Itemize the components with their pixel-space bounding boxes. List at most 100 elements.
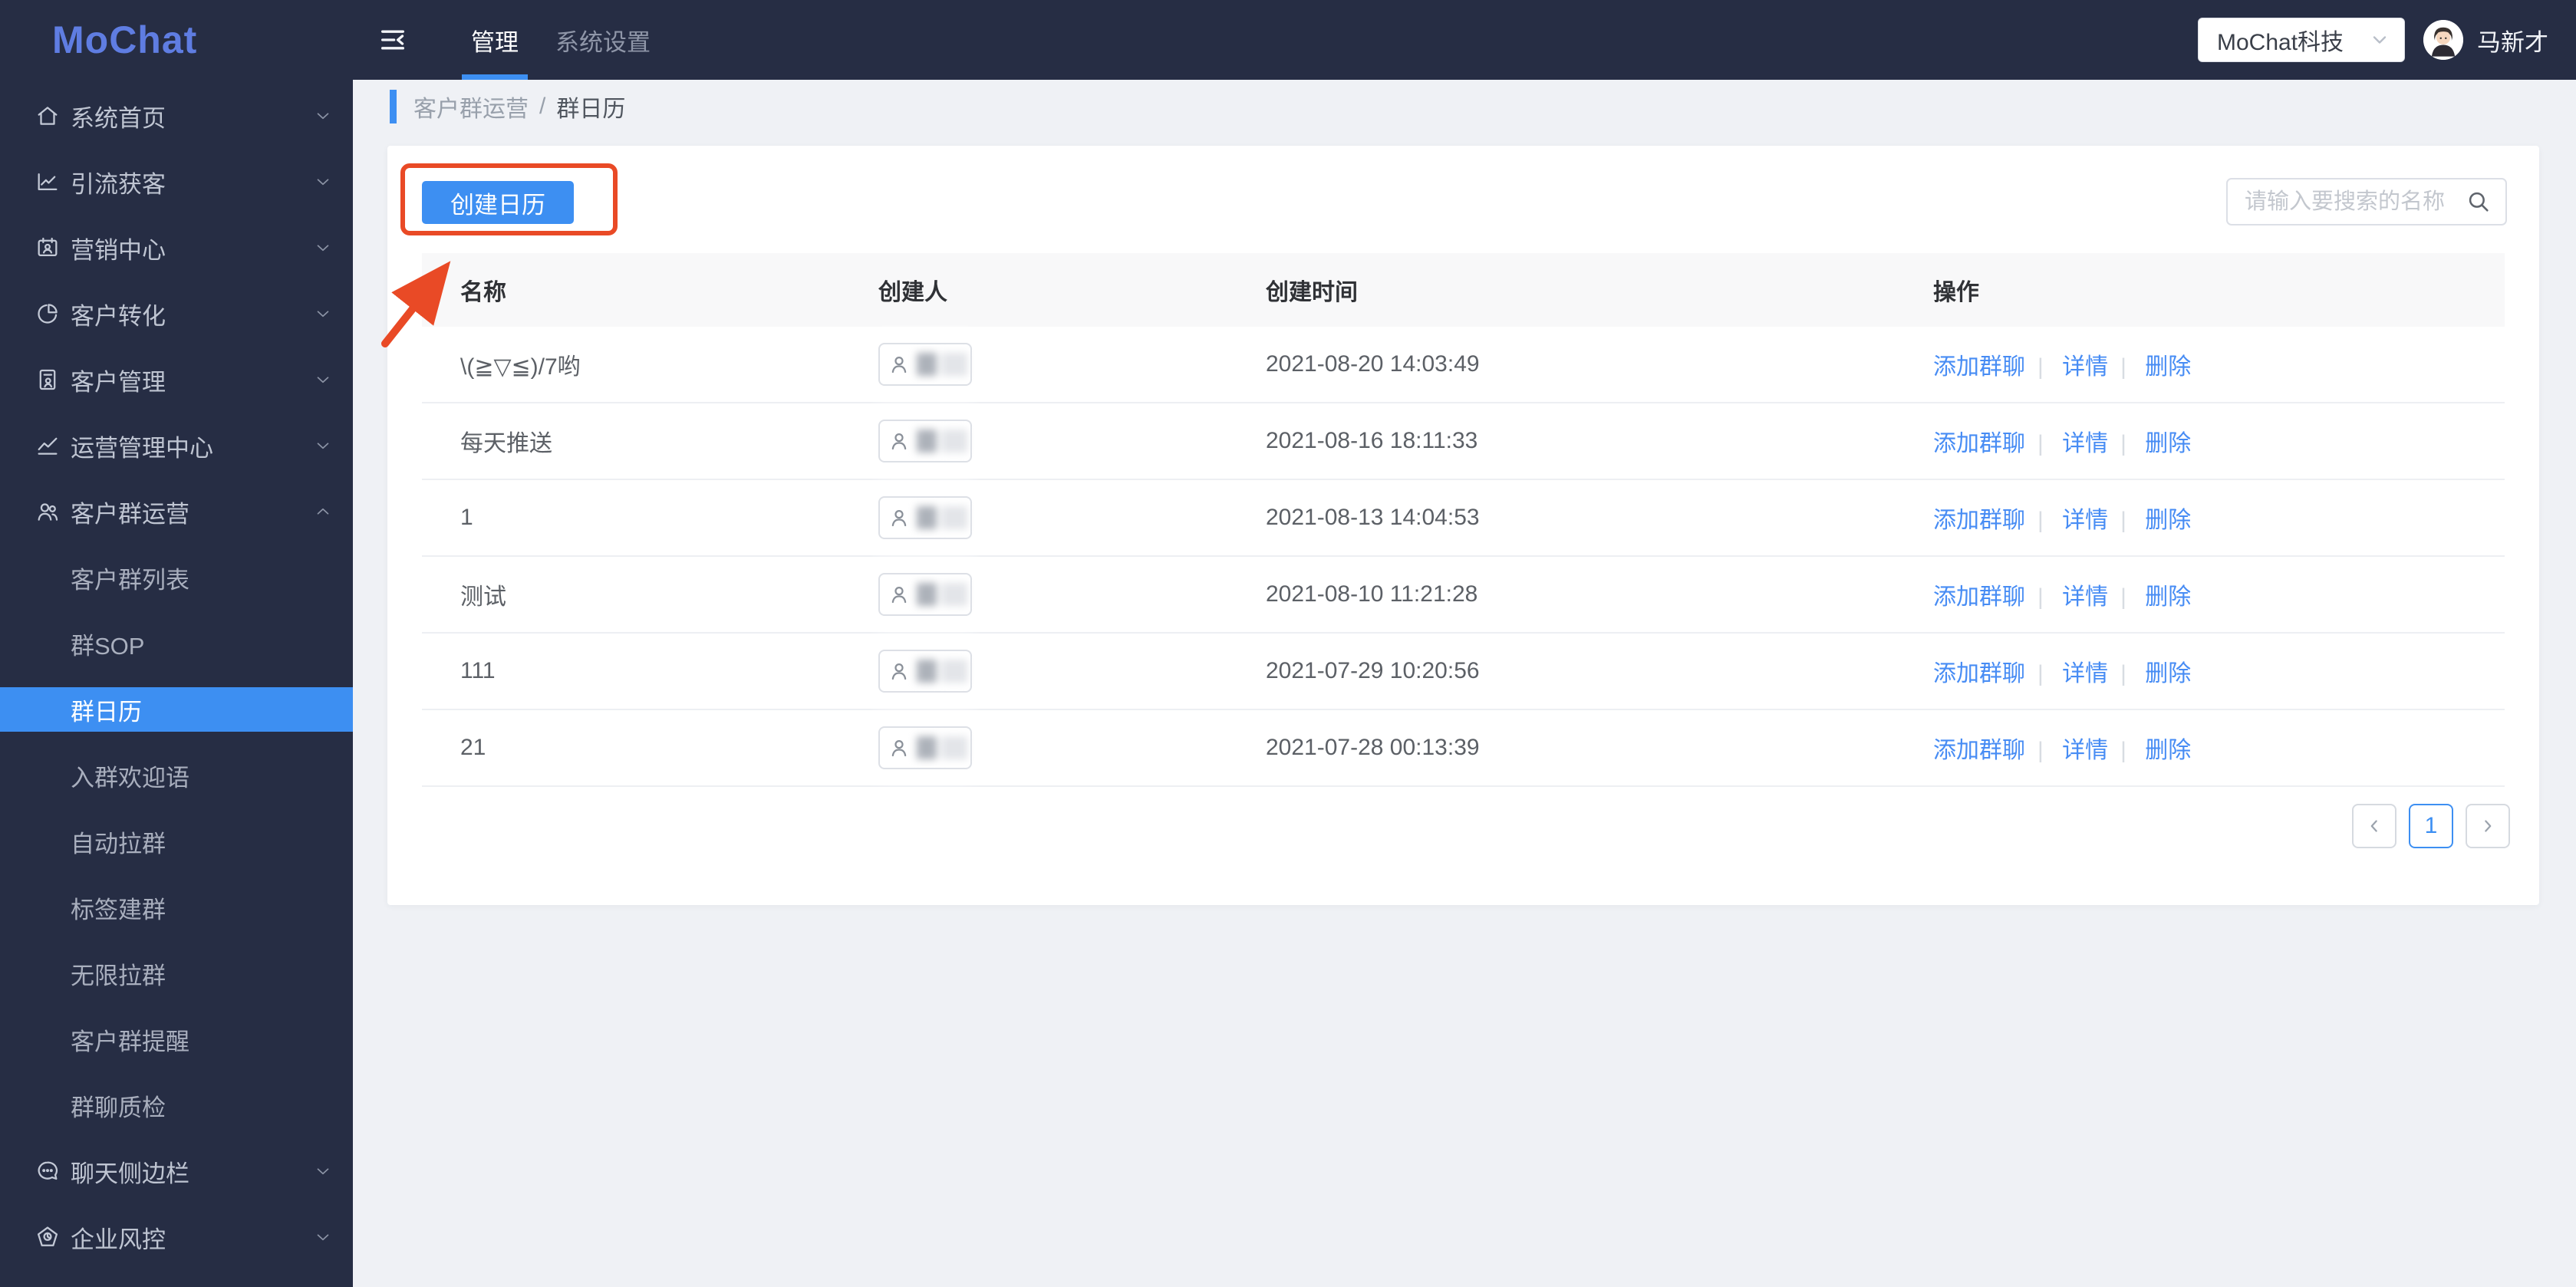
col-creator: 创建人 [878,280,947,305]
sidebar-item-客户管理[interactable]: 客户管理 [0,357,353,402]
sidebar-subitem-自动拉群[interactable]: 自动拉群 [0,819,353,864]
add-group-chat-link[interactable]: 添加群聊 [1933,738,2025,763]
detail-link[interactable]: 详情 [2062,738,2108,763]
row-name: 21 [460,735,486,760]
user-avatar[interactable] [2423,20,2463,60]
sidebar-subitem-群聊质检[interactable]: 群聊质检 [0,1083,353,1127]
create-calendar-button[interactable]: 创建日历 [422,181,574,224]
delete-link[interactable]: 删除 [2145,661,2191,686]
breadcrumb-parent[interactable]: 客户群运营 [413,90,529,123]
row-actions: 添加群聊 | 详情 | 删除 [1933,431,2192,456]
tab-system-settings[interactable]: 系统设置 [537,0,669,80]
prev-page-button[interactable] [2352,804,2396,848]
row-name: 每天推送 [460,431,552,456]
sidebar-item-营销中心[interactable]: 营销中心 [0,225,353,270]
chevron-up-icon [313,502,333,522]
add-group-chat-link[interactable]: 添加群聊 [1933,508,2025,533]
sidebar-item-客户群运营[interactable]: 客户群运营 [0,489,353,534]
pagination: 1 [2352,804,2510,848]
detail-link[interactable]: 详情 [2062,661,2108,686]
delete-link[interactable]: 删除 [2145,431,2191,456]
table-body: \(≧▽≦)/7哟 2021-08-20 14:03:49 添加群聊 | 详情 | … [422,327,2505,787]
search-input[interactable] [2245,189,2466,215]
detail-link[interactable]: 详情 [2062,508,2108,533]
table-row: 每天推送 2021-08-16 18:11:33 添加群聊 | 详情 | 删除 [422,403,2505,480]
col-actions: 操作 [1933,280,1979,305]
row-actions: 添加群聊 | 详情 | 删除 [1933,354,2192,380]
detail-link[interactable]: 详情 [2062,354,2108,380]
add-group-chat-link[interactable]: 添加群聊 [1933,354,2025,380]
company-select-value: MoChat科技 [2217,30,2344,55]
sidebar: 系统首页引流获客营销中心客户转化客户管理运营管理中心 客户群运营客户群列表群SOP… [0,80,353,1287]
table-row: 111 2021-07-29 10:20:56 添加群聊 | 详情 | 删除 [422,634,2505,710]
censored-creator-name [917,506,967,529]
sidebar-item-引流获客[interactable]: 引流获客 [0,160,353,204]
sidebar-subitem-标签建群[interactable]: 标签建群 [0,885,353,930]
pie-chart-icon [35,301,61,327]
row-name: 111 [460,658,496,683]
risk-shield-icon [35,1224,61,1250]
search-icon[interactable] [2466,189,2492,215]
breadcrumb: 客户群运营 / 群日历 [353,80,2576,133]
table-row: 21 2021-07-28 00:13:39 添加群聊 | 详情 | 删除 [422,710,2505,787]
chevron-down-icon [2373,36,2387,44]
tab-manage[interactable]: 管理 [453,0,537,80]
calendar-table: 名称 创建人 创建时间 操作 \(≧▽≦)/7哟 2021-08-20 14:0… [422,253,2505,787]
person-icon [891,357,907,374]
detail-link[interactable]: 详情 [2062,431,2108,456]
topbar: MoChat 管理 系统设置 MoChat科技 马新才 [0,0,2576,80]
chevron-down-icon [313,172,333,192]
row-actions: 添加群聊 | 详情 | 删除 [1933,584,2192,610]
row-created-time: 2021-08-10 11:21:28 [1266,581,1478,607]
top-nav: 管理 系统设置 [453,0,669,80]
row-actions: 添加群聊 | 详情 | 删除 [1933,661,2192,686]
delete-link[interactable]: 删除 [2145,508,2191,533]
creator-tag [878,343,972,386]
sidebar-item-聊天侧边栏[interactable]: 聊天侧边栏 [0,1149,353,1193]
person-icon [891,510,907,527]
add-group-chat-link[interactable]: 添加群聊 [1933,584,2025,610]
add-group-chat-link[interactable]: 添加群聊 [1933,431,2025,456]
chevron-down-icon [313,304,333,324]
chevron-left-icon [2370,820,2377,832]
sidebar-subitem-无限拉群[interactable]: 无限拉群 [0,951,353,996]
detail-link[interactable]: 详情 [2062,584,2108,610]
company-select[interactable]: MoChat科技 [2198,18,2405,62]
delete-link[interactable]: 删除 [2145,584,2191,610]
row-created-time: 2021-07-28 00:13:39 [1266,735,1480,760]
table-header: 名称 创建人 创建时间 操作 [422,253,2505,327]
breadcrumb-separator: / [539,94,546,119]
person-icon [891,663,907,680]
chevron-down-icon [313,238,333,258]
row-created-time: 2021-08-13 14:04:53 [1266,505,1480,530]
sidebar-item-运营管理中心[interactable]: 运营管理中心 [0,423,353,468]
chevron-down-icon [313,106,333,126]
chevron-down-icon [313,1161,333,1181]
trend-icon [35,433,61,459]
delete-link[interactable]: 删除 [2145,354,2191,380]
censored-creator-name [917,583,967,606]
sidebar-item-企业风控[interactable]: 企业风控 [0,1215,353,1259]
row-created-time: 2021-07-29 10:20:56 [1266,658,1480,683]
delete-link[interactable]: 删除 [2145,738,2191,763]
sidebar-subitem-客户群提醒[interactable]: 客户群提醒 [0,1017,353,1062]
add-group-chat-link[interactable]: 添加群聊 [1933,661,2025,686]
sidebar-item-系统首页[interactable]: 系统首页 [0,94,353,138]
sidebar-subitem-群日历[interactable]: 群日历 [0,687,353,732]
censored-creator-name [917,430,967,453]
chevron-right-icon [2485,820,2492,832]
sidebar-item-客户转化[interactable]: 客户转化 [0,291,353,336]
page-number-button[interactable]: 1 [2409,804,2453,848]
search-box [2226,178,2507,225]
row-name: 测试 [460,584,506,610]
creator-tag [878,420,972,462]
sidebar-subitem-客户群列表[interactable]: 客户群列表 [0,555,353,600]
user-name[interactable]: 马新才 [2477,23,2548,58]
row-created-time: 2021-08-20 14:03:49 [1266,351,1480,377]
sidebar-subitem-入群欢迎语[interactable]: 入群欢迎语 [0,753,353,798]
next-page-button[interactable] [2466,804,2510,848]
sidebar-subitem-群SOP[interactable]: 群SOP [0,621,353,666]
chevron-down-icon [313,436,333,456]
main-content: 客户群运营 / 群日历 创建日历 请输入要搜索的名称 名称 创建人 创建时间 操… [353,80,2576,1287]
menu-fold-icon[interactable] [376,23,410,57]
